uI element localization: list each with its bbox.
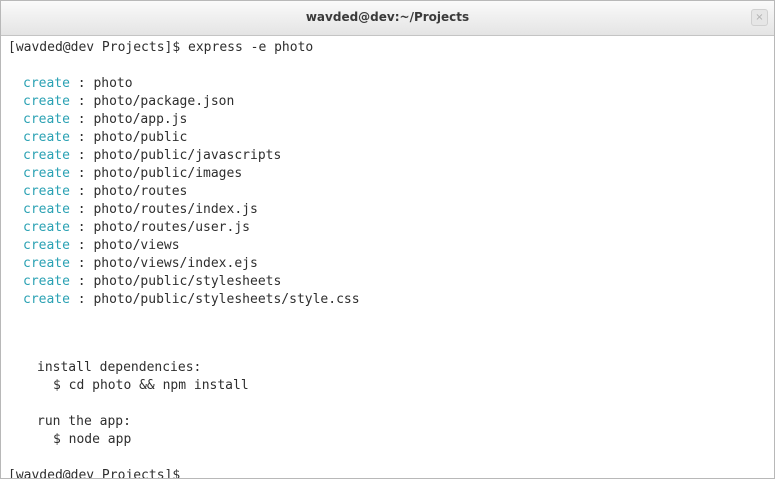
created-path: photo/views/index.ejs xyxy=(93,256,258,271)
create-keyword: create xyxy=(23,220,70,235)
create-keyword: create xyxy=(23,94,70,109)
create-line: create : photo/public/images xyxy=(23,166,243,181)
install-heading: install dependencies: xyxy=(37,360,202,375)
terminal-output[interactable]: [wavded@dev Projects]$ express -e photo … xyxy=(1,36,774,478)
create-line: create : photo/public/stylesheets/style.… xyxy=(23,292,360,307)
create-keyword: create xyxy=(23,184,70,199)
create-line: create : photo/package.json xyxy=(23,94,235,109)
create-line: create : photo xyxy=(23,76,133,91)
created-path: photo/routes/user.js xyxy=(93,220,250,235)
create-keyword: create xyxy=(23,292,70,307)
prompt: [wavded@dev Projects]$ xyxy=(8,40,189,55)
run-command: $ node app xyxy=(53,432,132,447)
created-path: photo/public xyxy=(93,130,188,145)
create-line: create : photo/public/javascripts xyxy=(23,148,282,163)
create-line: create : photo/public xyxy=(23,130,188,145)
create-line: create : photo/routes xyxy=(23,184,188,199)
create-keyword: create xyxy=(23,76,70,91)
create-keyword: create xyxy=(23,130,70,145)
created-path: photo/app.js xyxy=(93,112,188,127)
created-path: photo/public/stylesheets xyxy=(93,274,282,289)
window-title: wavded@dev:~/Projects xyxy=(305,10,470,24)
create-keyword: create xyxy=(23,166,70,181)
create-keyword: create xyxy=(23,148,70,163)
create-keyword: create xyxy=(23,274,70,289)
create-line: create : photo/views/index.ejs xyxy=(23,256,258,271)
active-prompt-line[interactable]: [wavded@dev Projects]$ _ xyxy=(8,467,196,479)
create-keyword: create xyxy=(23,202,70,217)
created-path: photo xyxy=(93,76,133,91)
created-path: photo/package.json xyxy=(93,94,235,109)
created-path: photo/routes/index.js xyxy=(93,202,258,217)
create-line: create : photo/routes/index.js xyxy=(23,202,258,217)
created-path: photo/views xyxy=(93,238,180,253)
create-line: create : photo/public/stylesheets xyxy=(23,274,282,289)
created-path: photo/public/stylesheets/style.css xyxy=(93,292,360,307)
create-line: create : photo/views xyxy=(23,238,180,253)
close-icon[interactable]: × xyxy=(751,9,768,26)
prompt: [wavded@dev Projects]$ xyxy=(8,468,189,479)
create-keyword: create xyxy=(23,112,70,127)
cursor: _ xyxy=(188,468,196,479)
command-text: express -e photo xyxy=(188,40,314,55)
create-keyword: create xyxy=(23,256,70,271)
create-line: create : photo/routes/user.js xyxy=(23,220,250,235)
command-line: [wavded@dev Projects]$ express -e photo xyxy=(8,39,313,57)
created-path: photo/routes xyxy=(93,184,188,199)
install-command: $ cd photo && npm install xyxy=(53,378,249,393)
run-heading: run the app: xyxy=(37,414,131,429)
create-keyword: create xyxy=(23,238,70,253)
created-path: photo/public/images xyxy=(93,166,243,181)
title-bar[interactable]: wavded@dev:~/Projects × xyxy=(1,1,774,36)
created-path: photo/public/javascripts xyxy=(93,148,282,163)
create-line: create : photo/app.js xyxy=(23,112,188,127)
terminal-window: wavded@dev:~/Projects × [wavded@dev Proj… xyxy=(0,0,775,479)
